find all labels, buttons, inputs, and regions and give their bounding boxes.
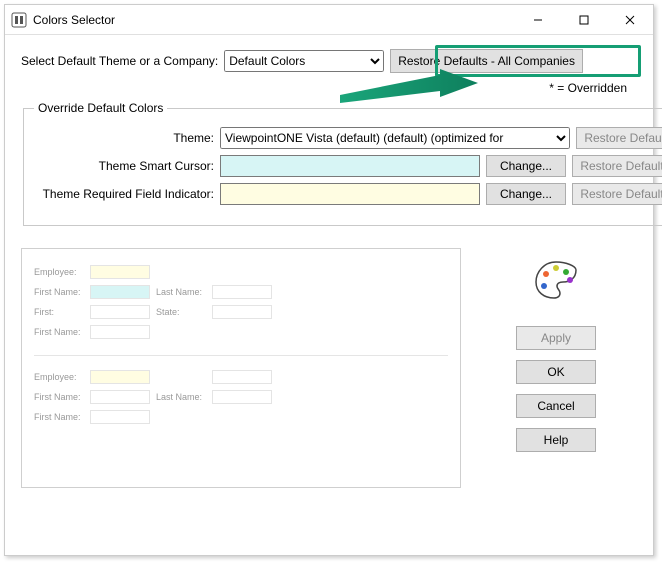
overridden-note: * = Overridden [477, 81, 637, 95]
override-legend: Override Default Colors [34, 101, 167, 115]
preview-label: First Name: [34, 393, 84, 402]
preview-field [212, 370, 272, 384]
theme-dropdown[interactable]: ViewpointONE Vista (default) (default) (… [220, 127, 570, 149]
company-theme-select[interactable]: Default Colors [224, 50, 384, 72]
preview-label: Employee: [34, 373, 84, 382]
smart-cursor-change-button[interactable]: Change... [486, 155, 566, 177]
preview-field [90, 370, 150, 384]
smart-cursor-swatch [220, 155, 480, 177]
title-bar: Colors Selector [5, 5, 653, 35]
preview-field [90, 265, 150, 279]
app-icon [11, 12, 27, 28]
preview-field [90, 390, 150, 404]
preview-label: First Name: [34, 413, 84, 422]
preview-label: First: [34, 308, 84, 317]
preview-field [90, 305, 150, 319]
preview-field [90, 410, 150, 424]
preview-field [90, 325, 150, 339]
required-field-change-button[interactable]: Change... [486, 183, 566, 205]
preview-field [212, 390, 272, 404]
required-field-swatch [220, 183, 480, 205]
preview-panel: Employee: First Name: Last Name: First: … [21, 248, 461, 488]
smart-cursor-restore-button[interactable]: Restore Default [572, 155, 662, 177]
apply-button[interactable]: Apply [516, 326, 596, 350]
palette-icon [532, 256, 580, 304]
required-field-restore-button[interactable]: Restore Default [572, 183, 662, 205]
minimize-button[interactable] [515, 5, 561, 34]
theme-restore-button[interactable]: Restore Default [576, 127, 662, 149]
required-field-label: Theme Required Field Indicator: [34, 187, 214, 201]
select-theme-label: Select Default Theme or a Company: [21, 54, 218, 68]
cancel-button[interactable]: Cancel [516, 394, 596, 418]
preview-field [212, 285, 272, 299]
maximize-button[interactable] [561, 5, 607, 34]
preview-field [90, 285, 150, 299]
preview-label: Last Name: [156, 288, 206, 297]
close-button[interactable] [607, 5, 653, 34]
preview-label: State: [156, 308, 206, 317]
help-button[interactable]: Help [516, 428, 596, 452]
restore-defaults-all-button[interactable]: Restore Defaults - All Companies [390, 49, 583, 73]
window-frame: Colors Selector Select Default Theme or … [4, 4, 654, 556]
preview-label: First Name: [34, 288, 84, 297]
ok-button[interactable]: OK [516, 360, 596, 384]
smart-cursor-label: Theme Smart Cursor: [34, 159, 214, 173]
preview-field [212, 305, 272, 319]
window-title: Colors Selector [33, 13, 115, 27]
preview-label: Employee: [34, 268, 84, 277]
preview-label: Last Name: [156, 393, 206, 402]
preview-label: First Name: [34, 328, 84, 337]
theme-label: Theme: [34, 131, 214, 145]
override-group: Override Default Colors Theme: Viewpoint… [23, 101, 662, 226]
